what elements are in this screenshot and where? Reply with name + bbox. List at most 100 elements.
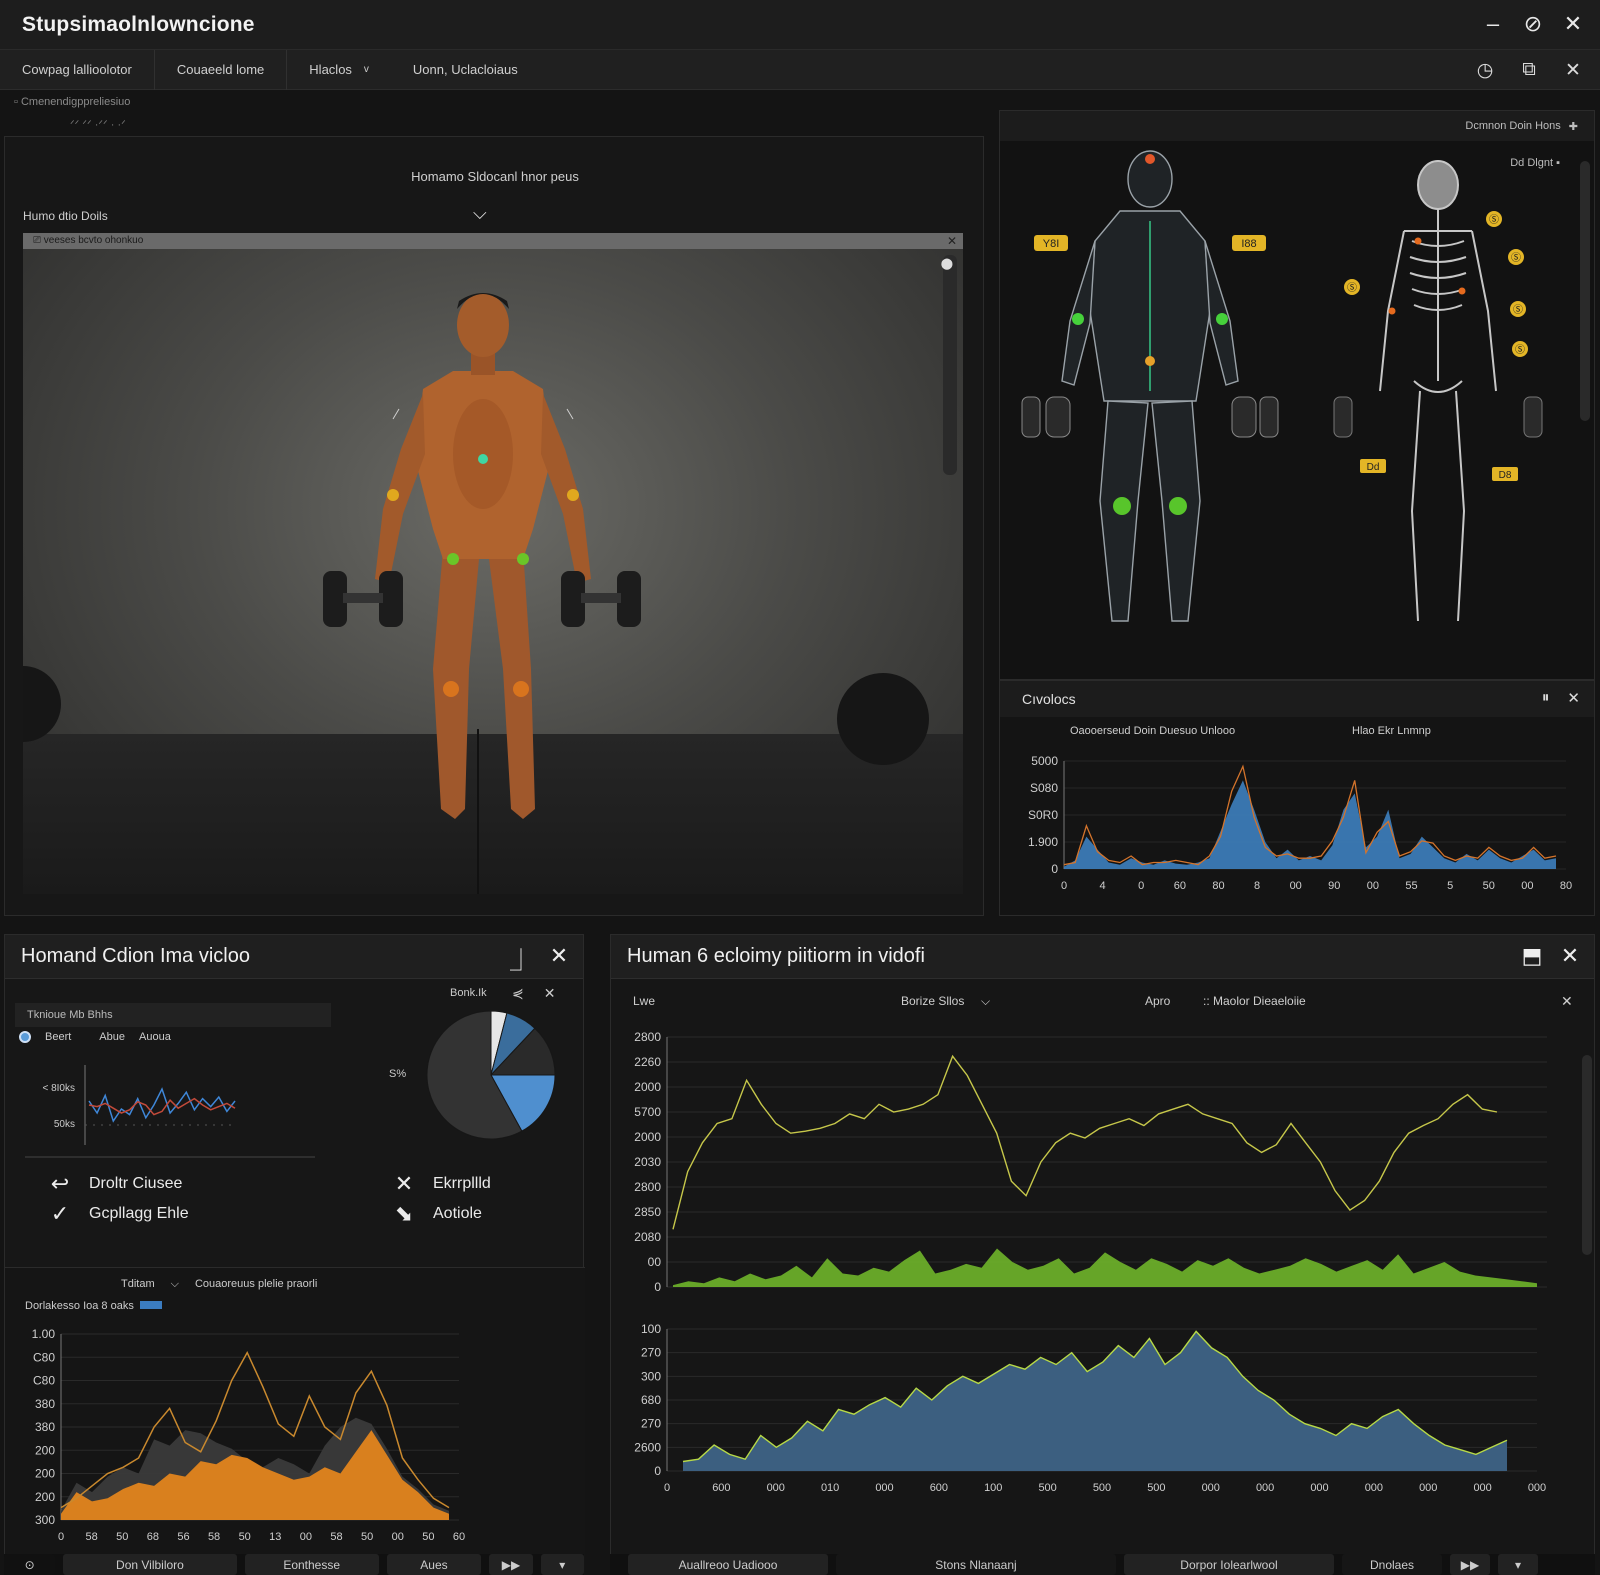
toolbar-dropdown[interactable]: Borize Sllos — [901, 994, 964, 1008]
close-icon[interactable]: ✕ — [1567, 689, 1580, 707]
dropdown-icon[interactable]: ▾ — [540, 1554, 584, 1575]
fast-forward-icon[interactable]: ▶▶ — [489, 1554, 533, 1575]
y-tick-label: S080 — [1030, 781, 1058, 795]
mini-line-chart[interactable]: < 8I0ks 50ks — [15, 1045, 335, 1165]
cycle-panel-controls: ⏸ ✕ — [1542, 689, 1580, 707]
bottom-left-header: Homand Cdion Ima vicloo ⏌ ✕ — [5, 935, 583, 979]
y-tick-label: 1.900 — [1028, 835, 1058, 849]
action-confirm[interactable]: ✓ Gcpllagg Ehle — [49, 1201, 189, 1227]
footer-button[interactable]: Dorpor Iolearlwool — [1124, 1554, 1334, 1575]
maximize-icon[interactable]: ⬒ — [1520, 943, 1544, 969]
menu-item-1[interactable]: Cowpag lallioolotor — [0, 49, 155, 90]
y-tick-label: 380 — [35, 1397, 55, 1411]
x-tick-label: 000 — [1473, 1482, 1491, 1494]
y-tick-label: 2850 — [634, 1205, 661, 1219]
breadcrumb-sub: ᐟᐟ ᐟᐟ ·ᐟᐟ · ·ᐟ — [70, 119, 126, 131]
anatomy-scrollbar[interactable] — [1580, 161, 1590, 421]
footer-button[interactable]: Don Vilbiloro — [63, 1554, 237, 1575]
y-tick-label: 50ks — [54, 1119, 75, 1130]
video-frame[interactable]: ⬤ — [23, 249, 963, 894]
x-tick-label: 00 — [1290, 880, 1302, 892]
menu-bar: Cowpag lallioolotor Couaeeld lome Hlaclo… — [0, 49, 1600, 90]
capture-icon[interactable]: ⧉ — [1516, 56, 1542, 84]
action-label: Gcpllagg Ehle — [89, 1205, 189, 1222]
close-icon[interactable]: ✕ — [1561, 993, 1573, 1010]
close-icon[interactable]: ✕ — [1558, 943, 1582, 969]
cycle-chart[interactable]: 5000S080S0R01.90000 4 0 60 80 8 00 90 00 55 5 50 00 8… — [1000, 725, 1596, 915]
orange-area-chart[interactable]: 1.00 C80 C80 380 380 200 200 200 3000 58 50 68 56 58 5… — [19, 1324, 499, 1554]
action-remove[interactable]: ✕ Ekrrpllld — [393, 1171, 491, 1197]
close-icon[interactable]: ✕ — [544, 985, 556, 1002]
muscle-tag-2: I88 — [1241, 238, 1256, 250]
dropdown-icon[interactable]: ▾ — [1498, 1554, 1538, 1575]
close-icon[interactable]: ✕ — [547, 943, 571, 975]
close-icon[interactable]: ✕ — [947, 233, 957, 249]
mini-legend: Beert Abue Auoua — [19, 1031, 171, 1043]
skeleton-tags: Ⓢ Ⓢ Ⓢ Ⓢ Ⓢ Dd D8 — [1344, 211, 1528, 481]
area-chart-bottom[interactable]: 100 270 300 680 270 2600 00 600 000 010 000 600 100 5… — [617, 1321, 1577, 1531]
x-tick-label: 000 — [1310, 1482, 1328, 1494]
minimize-icon[interactable]: – — [1480, 10, 1506, 38]
x-tick-label: 000 — [1419, 1482, 1437, 1494]
action-undo[interactable]: ↩ Droltr Ciusee — [49, 1171, 183, 1197]
pie-chart[interactable]: S% — [375, 1005, 575, 1155]
skeleton-tag: Ⓢ — [1489, 214, 1499, 226]
back-icon[interactable]: ⋞ — [512, 985, 524, 1002]
anatomy-figures[interactable]: Y8I I88 Ⓢ Ⓢ Ⓢ Ⓢ Ⓢ Dd D8 — [1000, 141, 1596, 681]
action-label: Aotiole — [433, 1205, 482, 1222]
radio-selected-icon[interactable] — [19, 1031, 31, 1043]
bottom-right-header: Human 6 ecloimy piitiorm in vidofi ⬒ ✕ — [611, 935, 1594, 979]
pin-icon[interactable]: ✚ — [1569, 120, 1578, 133]
video-scrollbar[interactable] — [943, 255, 957, 475]
toolbar-label: Apro — [1145, 994, 1171, 1008]
dock-icon[interactable]: ⏌ — [509, 943, 533, 975]
history-icon[interactable]: ◷ — [1472, 56, 1498, 84]
breadcrumb[interactable]: ▫ Cmenendigppreliesiuo — [14, 96, 130, 108]
close-icon[interactable]: ✕ — [1560, 10, 1586, 38]
menu-item-3[interactable]: Hlaclos v — [287, 50, 391, 90]
x-tick-label: 000 — [1202, 1482, 1220, 1494]
footer-button[interactable]: Auallreoo Uadiooo — [628, 1554, 828, 1575]
menu-controls: ◷ ⧉ ✕ — [1472, 56, 1586, 84]
close-icon[interactable]: ✕ — [1560, 56, 1586, 84]
fast-forward-icon[interactable]: ▶▶ — [1450, 1554, 1490, 1575]
footer-button[interactable]: Aues — [386, 1554, 482, 1575]
y-tick-label: 200 — [35, 1467, 55, 1481]
pause-icon[interactable]: ⏸ — [1542, 689, 1550, 707]
footer-button[interactable]: Eonthesse — [244, 1554, 379, 1575]
y-tick-label: 680 — [641, 1393, 661, 1407]
bottom-right-scrollbar[interactable] — [1582, 1055, 1592, 1255]
x-tick-label: 00 — [392, 1531, 404, 1543]
skeleton-tag: Ⓢ — [1347, 282, 1357, 294]
range-chip[interactable] — [139, 1301, 162, 1309]
chevron-down-icon[interactable]: ⌵ — [981, 994, 990, 1009]
skeleton-tag: Dd — [1367, 462, 1380, 473]
menu-item-4[interactable]: Uonn, Uclacloiaus — [391, 50, 540, 90]
x-tick-label: 58 — [330, 1531, 342, 1543]
action-activate[interactable]: ⬊ Aotiole — [393, 1201, 482, 1227]
chevron-down-icon: v — [363, 64, 369, 75]
anatomy-topbar: Dcmnon Doin Hons ✚ — [1000, 111, 1594, 141]
footer-button[interactable]: Stons Nlanaanj — [836, 1554, 1116, 1575]
x-tick-label: 000 — [875, 1482, 893, 1494]
status-icon[interactable]: ⊙ — [4, 1554, 56, 1575]
x-tick-label: 56 — [177, 1531, 189, 1543]
cycle-panel: Cıvolocs ⏸ ✕ Oaooerseud Doin Duesuo Unlo… — [999, 680, 1595, 916]
footer-button[interactable]: Dnolaes — [1342, 1554, 1442, 1575]
menu-item-2[interactable]: Couaeeld lome — [155, 49, 288, 90]
x-tick-label: 50 — [116, 1531, 128, 1543]
line-chart-top[interactable]: 280022602000570020002030280028502080000 — [617, 1029, 1577, 1319]
undo-icon: ↩ — [50, 1171, 70, 1196]
legend-item: Beert — [45, 1031, 72, 1043]
pin-icon[interactable]: ⊘ — [1520, 10, 1546, 38]
chart-filter[interactable]: Tditam ⌵ Couaoreuus plelie praorli — [121, 1278, 317, 1291]
x-tick-label: 500 — [1093, 1482, 1111, 1494]
y-tick-label: 270 — [641, 1417, 661, 1431]
x-tick-label: 500 — [1147, 1482, 1165, 1494]
pie-side-label: S% — [389, 1068, 406, 1080]
chevron-down-icon[interactable]: ⌵ — [473, 203, 487, 224]
muscle-tag: I88 — [1232, 235, 1266, 251]
pie-label: Bonk.Ik — [450, 987, 487, 999]
x-tick-label: 00 — [1521, 880, 1533, 892]
x-tick-label: 50 — [361, 1531, 373, 1543]
